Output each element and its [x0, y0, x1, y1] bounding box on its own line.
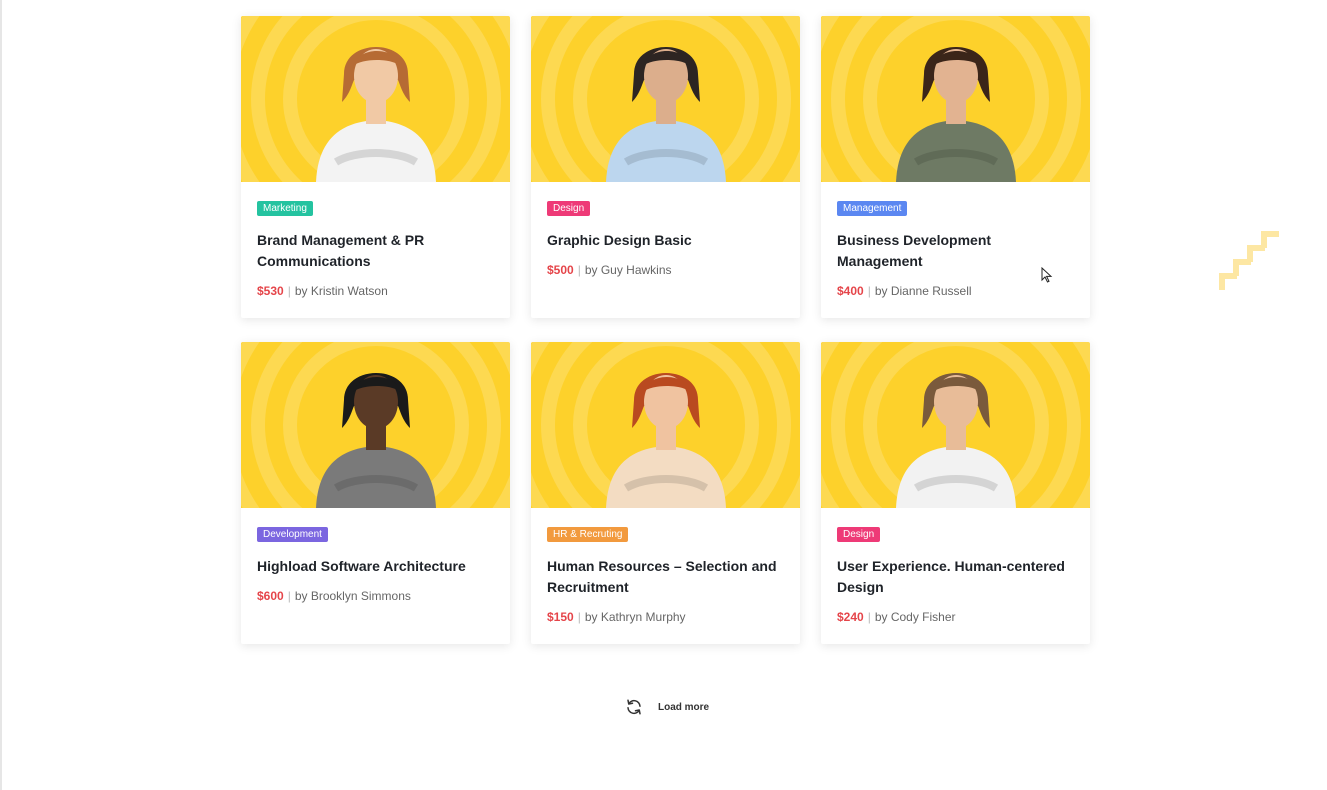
- category-badge[interactable]: Marketing: [257, 201, 313, 216]
- load-more-button[interactable]: Load more: [620, 686, 709, 728]
- course-thumbnail[interactable]: [821, 16, 1090, 182]
- course-meta: $530 | by Kristin Watson: [257, 284, 494, 298]
- course-title[interactable]: Brand Management & PR Communications: [257, 230, 494, 272]
- left-border: [0, 0, 2, 790]
- meta-divider: |: [577, 610, 581, 624]
- course-meta: $240 | by Cody Fisher: [837, 610, 1074, 624]
- course-card[interactable]: HR & Recruting Human Resources – Selecti…: [531, 342, 800, 644]
- course-title[interactable]: User Experience. Human-centered Design: [837, 556, 1074, 598]
- category-badge[interactable]: Development: [257, 527, 328, 542]
- meta-divider: |: [577, 263, 581, 277]
- category-badge[interactable]: HR & Recruting: [547, 527, 629, 542]
- instructor-portrait: [605, 373, 726, 508]
- instructor-portrait: [315, 47, 436, 182]
- mouse-cursor-icon: [1041, 267, 1053, 283]
- course-price: $240: [837, 610, 864, 624]
- course-price: $600: [257, 589, 284, 603]
- course-author: by Brooklyn Simmons: [294, 589, 411, 603]
- course-meta: $400 | by Dianne Russell: [837, 284, 1074, 298]
- course-grid: Marketing Brand Management & PR Communic…: [241, 16, 1091, 644]
- course-thumbnail[interactable]: [241, 16, 510, 182]
- course-author: by Guy Hawkins: [584, 263, 672, 277]
- category-badge[interactable]: Design: [837, 527, 881, 542]
- scroll-to-top-icon[interactable]: [1204, 210, 1284, 306]
- course-thumbnail[interactable]: [531, 16, 800, 182]
- course-thumbnail[interactable]: [531, 342, 800, 508]
- meta-divider: |: [867, 284, 871, 298]
- course-author: by Dianne Russell: [874, 284, 972, 298]
- course-listing-page: Marketing Brand Management & PR Communic…: [0, 0, 1327, 790]
- course-price: $530: [257, 284, 284, 298]
- meta-divider: |: [287, 589, 291, 603]
- instructor-portrait: [895, 373, 1016, 508]
- course-title[interactable]: Business Development Management: [837, 230, 1074, 272]
- category-badge[interactable]: Design: [547, 201, 591, 216]
- course-card[interactable]: Design User Experience. Human-centered D…: [821, 342, 1090, 644]
- course-card[interactable]: Marketing Brand Management & PR Communic…: [241, 16, 510, 318]
- course-title[interactable]: Graphic Design Basic: [547, 230, 784, 251]
- course-title[interactable]: Human Resources – Selection and Recruitm…: [547, 556, 784, 598]
- meta-divider: |: [287, 284, 291, 298]
- course-meta: $500 | by Guy Hawkins: [547, 263, 784, 277]
- instructor-portrait: [605, 47, 726, 182]
- category-badge[interactable]: Management: [837, 201, 908, 216]
- course-author: by Kristin Watson: [294, 284, 388, 298]
- instructor-portrait: [315, 373, 436, 508]
- course-meta: $600 | by Brooklyn Simmons: [257, 589, 494, 603]
- course-thumbnail[interactable]: [241, 342, 510, 508]
- refresh-icon[interactable]: [620, 693, 648, 721]
- course-author: by Kathryn Murphy: [584, 610, 686, 624]
- load-more-label[interactable]: Load more: [658, 702, 709, 713]
- scroll-to-top-button[interactable]: [1204, 210, 1284, 306]
- course-thumbnail[interactable]: [821, 342, 1090, 508]
- course-price: $400: [837, 284, 864, 298]
- course-price: $500: [547, 263, 574, 277]
- course-meta: $150 | by Kathryn Murphy: [547, 610, 784, 624]
- course-card[interactable]: Design Graphic Design Basic $500 | by Guy …: [531, 16, 800, 318]
- meta-divider: |: [867, 610, 871, 624]
- course-title[interactable]: Highload Software Architecture: [257, 556, 494, 577]
- course-author: by Cody Fisher: [874, 610, 956, 624]
- course-card[interactable]: Development Highload Software Architectu…: [241, 342, 510, 644]
- instructor-portrait: [895, 47, 1016, 182]
- course-price: $150: [547, 610, 574, 624]
